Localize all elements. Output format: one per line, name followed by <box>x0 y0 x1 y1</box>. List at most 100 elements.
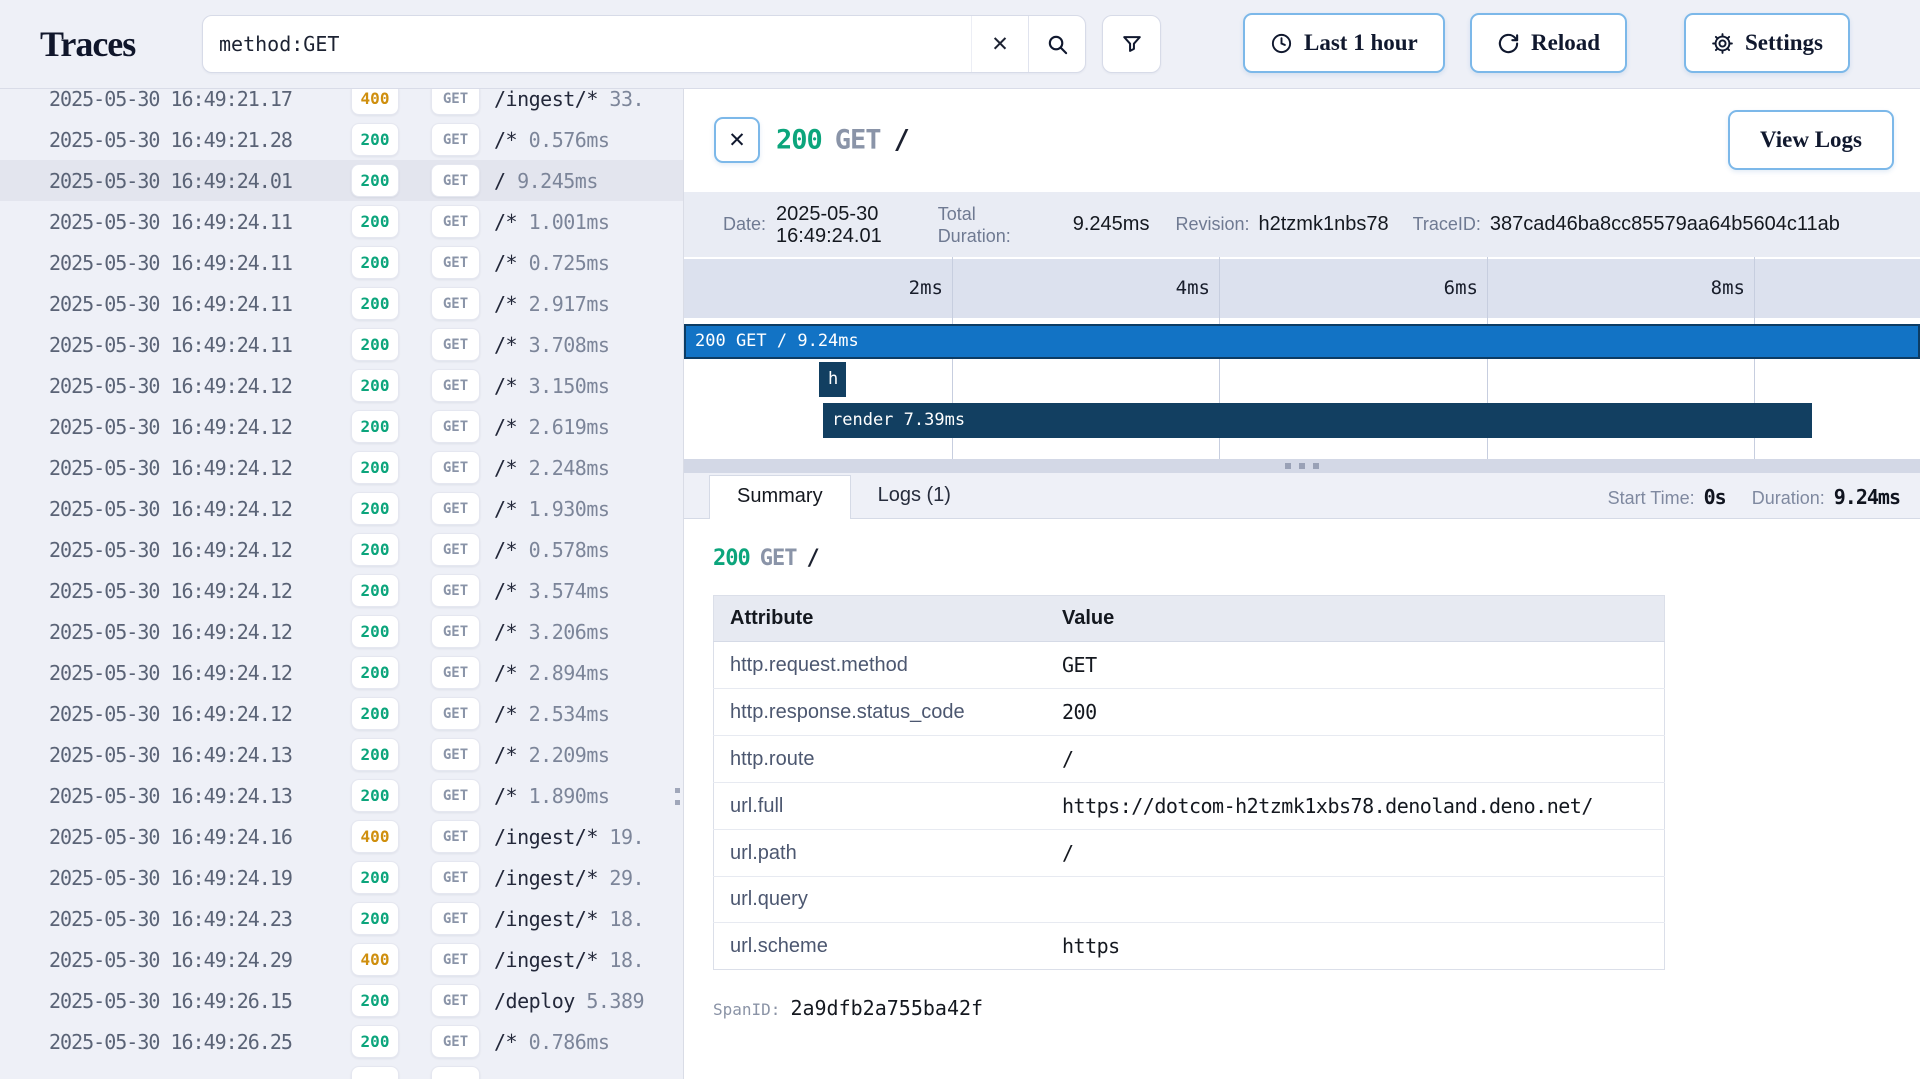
path-text: /* <box>494 456 517 480</box>
trace-path: /ingest/* 29. <box>494 866 683 890</box>
status-badge: 200 <box>351 615 399 648</box>
trace-timestamp: 2025-05-30 16:49:24.16 <box>49 825 337 849</box>
trace-row[interactable]: 2025-05-30 16:49:21.17400GET/ingest/* 33… <box>0 88 683 119</box>
reload-label: Reload <box>1531 30 1600 56</box>
status-badge: 200 <box>351 451 399 484</box>
trace-row[interactable]: 2025-05-30 16:49:24.12200GET/* 2.619ms <box>0 406 683 447</box>
attribute-name: http.route <box>714 736 1047 783</box>
trace-row[interactable]: 2025-05-30 16:49:24.12200GET/* 2.894ms <box>0 652 683 693</box>
settings-button[interactable]: Settings <box>1684 13 1850 73</box>
trace-duration: 19. <box>598 825 644 849</box>
trace-duration: 5.389 <box>575 989 644 1013</box>
method-badge: GET <box>431 738 480 771</box>
trace-row[interactable]: 2025-05-30 16:49:24.12200GET/* 3.574ms <box>0 570 683 611</box>
trace-timestamp: 2025-05-30 16:49:24.11 <box>49 292 337 316</box>
trace-duration: 9.245ms <box>506 169 598 193</box>
trace-row[interactable]: 2025-05-30 16:49:24.11200GET/* 2.917ms <box>0 283 683 324</box>
span-id-row: SpanID: 2a9dfb2a755ba42f <box>713 996 1920 1020</box>
trace-duration: 33. <box>598 88 644 111</box>
tab-summary[interactable]: Summary <box>709 475 851 519</box>
method-badge: GET <box>431 246 480 279</box>
top-bar: Traces ✕ <box>0 0 1920 89</box>
value-column-header: Value <box>1046 596 1665 642</box>
trace-row[interactable]: 2025-05-30 16:49:24.12200GET/* 3.206ms <box>0 611 683 652</box>
summary-tab-content: 200 GET / Attribute Value http.request.m… <box>684 519 1920 1079</box>
trace-row[interactable]: 2025-05-30 16:49:21.28200GET/* 0.576ms <box>0 119 683 160</box>
trace-timestamp: 2025-05-30 16:49:26.25 <box>49 1030 337 1054</box>
trace-row[interactable]: 2025-05-30 16:49:26.15200GET/deploy 5.38… <box>0 980 683 1021</box>
method-badge: GET <box>431 902 480 935</box>
trace-row[interactable]: 2025-05-30 16:49:24.12200GET/* 3.150ms <box>0 365 683 406</box>
time-range-button[interactable]: Last 1 hour <box>1243 13 1445 73</box>
status-badge: 200 <box>351 328 399 361</box>
method-badge: GET <box>431 820 480 853</box>
trace-row[interactable]: 2025-05-30 16:49:24.12200GET/* 2.248ms <box>0 447 683 488</box>
timeline-span-bar[interactable]: h <box>819 362 846 397</box>
trace-row[interactable]: 2025-05-30 16:49:24.11200GET/* 1.001ms <box>0 201 683 242</box>
trace-duration: 18. <box>598 907 644 931</box>
trace-timestamp: 2025-05-30 16:49:24.01 <box>49 169 337 193</box>
timeline-resize-handle[interactable] <box>684 459 1920 473</box>
trace-row[interactable] <box>0 1062 683 1079</box>
path-text: /ingest/* <box>494 866 598 890</box>
trace-timestamp: 2025-05-30 16:49:24.13 <box>49 784 337 808</box>
method-badge: GET <box>431 328 480 361</box>
status-badge: 200 <box>351 902 399 935</box>
clock-icon <box>1270 32 1293 55</box>
trace-duration: 29. <box>598 866 644 890</box>
trace-row[interactable]: 2025-05-30 16:49:24.13200GET/* 2.209ms <box>0 734 683 775</box>
path-text: /* <box>494 415 517 439</box>
trace-duration: 2.248ms <box>517 456 609 480</box>
trace-duration: 3.574ms <box>517 579 609 603</box>
attribute-table-body: http.request.methodGEThttp.response.stat… <box>714 642 1665 970</box>
trace-path: /* 2.917ms <box>494 292 683 316</box>
status-badge: 400 <box>351 88 399 115</box>
path-text: /* <box>494 743 517 767</box>
trace-row[interactable]: 2025-05-30 16:49:24.01200GET/ 9.245ms <box>0 160 683 201</box>
trace-timestamp: 2025-05-30 16:49:26.15 <box>49 989 337 1013</box>
filter-button[interactable] <box>1102 15 1161 73</box>
search-button[interactable] <box>1028 16 1085 72</box>
trace-row[interactable]: 2025-05-30 16:49:24.23200GET/ingest/* 18… <box>0 898 683 939</box>
status-badge: 400 <box>351 943 399 976</box>
revision-label: Revision: <box>1175 214 1249 235</box>
path-text: /* <box>494 374 517 398</box>
span-path: / <box>807 546 819 571</box>
trace-row[interactable]: 2025-05-30 16:49:24.16400GET/ingest/* 19… <box>0 816 683 857</box>
trace-row[interactable]: 2025-05-30 16:49:26.25200GET/* 0.786ms <box>0 1021 683 1062</box>
trace-row[interactable]: 2025-05-30 16:49:24.11200GET/* 0.725ms <box>0 242 683 283</box>
view-logs-button[interactable]: View Logs <box>1728 110 1894 170</box>
reload-button[interactable]: Reload <box>1470 13 1627 73</box>
attribute-value: https <box>1046 923 1665 970</box>
trace-row[interactable]: 2025-05-30 16:49:24.13200GET/* 1.890ms <box>0 775 683 816</box>
path-text: /* <box>494 1030 517 1054</box>
close-detail-button[interactable]: ✕ <box>714 117 760 163</box>
detail-path: / <box>894 125 909 156</box>
detail-status: 200 <box>776 125 822 156</box>
path-text: /ingest/* <box>494 907 598 931</box>
path-text: /* <box>494 784 517 808</box>
trace-row[interactable]: 2025-05-30 16:49:24.12200GET/* 1.930ms <box>0 488 683 529</box>
attribute-name: url.path <box>714 830 1047 877</box>
path-text: /* <box>494 661 517 685</box>
trace-row[interactable]: 2025-05-30 16:49:24.11200GET/* 3.708ms <box>0 324 683 365</box>
method-badge: GET <box>431 574 480 607</box>
trace-row[interactable]: 2025-05-30 16:49:24.12200GET/* 0.578ms <box>0 529 683 570</box>
path-text: /* <box>494 251 517 275</box>
attribute-row: http.route/ <box>714 736 1665 783</box>
trace-timestamp: 2025-05-30 16:49:24.29 <box>49 948 337 972</box>
attribute-value: / <box>1046 736 1665 783</box>
trace-row[interactable]: 2025-05-30 16:49:24.19200GET/ingest/* 29… <box>0 857 683 898</box>
span-duration-value: 9.24ms <box>1834 485 1900 509</box>
search-input[interactable] <box>203 16 971 72</box>
timeline-span-bar[interactable]: render 7.39ms <box>823 403 1812 438</box>
panel-resize-handle[interactable] <box>675 788 681 812</box>
attribute-row: url.path/ <box>714 830 1665 877</box>
tab-logs[interactable]: Logs (1) <box>851 475 978 518</box>
trace-row[interactable]: 2025-05-30 16:49:24.29400GET/ingest/* 18… <box>0 939 683 980</box>
method-badge: GET <box>431 779 480 812</box>
trace-row[interactable]: 2025-05-30 16:49:24.12200GET/* 2.534ms <box>0 693 683 734</box>
timeline-span-bar[interactable]: 200 GET / 9.24ms <box>684 324 1920 359</box>
clear-search-button[interactable]: ✕ <box>971 16 1028 72</box>
trace-path: /* 2.534ms <box>494 702 683 726</box>
